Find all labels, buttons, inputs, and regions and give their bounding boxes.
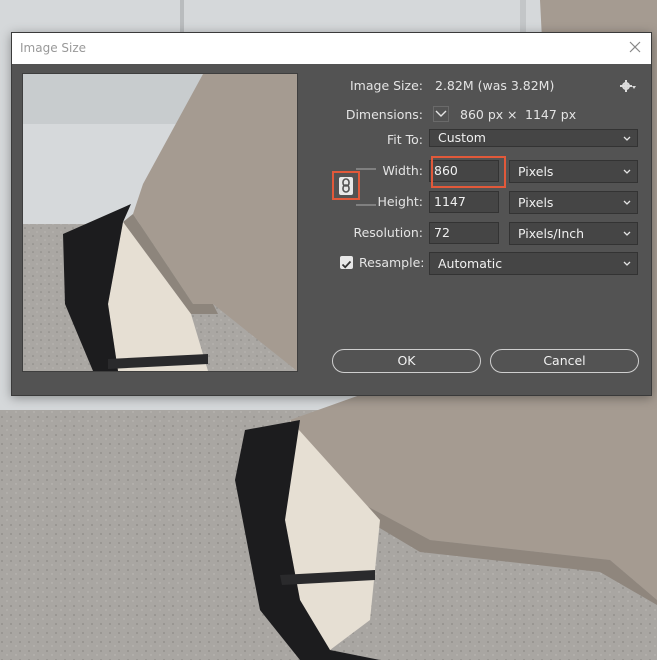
ok-button[interactable]: OK (332, 349, 481, 373)
fit-to-select[interactable]: Custom (429, 129, 638, 147)
image-size-dialog: Image Size Image Size: 2.82M (was 3.82M)… (11, 32, 652, 396)
width-unit-select[interactable]: Pixels (509, 160, 638, 183)
image-size-label: Image Size: (350, 78, 423, 93)
resolution-label: Resolution: (353, 225, 423, 240)
fit-to-label: Fit To: (387, 132, 423, 147)
checkmark-icon (341, 260, 352, 269)
resolution-unit-value: Pixels/Inch (518, 226, 585, 241)
height-unit-value: Pixels (518, 195, 554, 210)
chevron-down-icon (623, 136, 631, 141)
width-highlight (431, 156, 506, 188)
resample-checkbox[interactable] (340, 256, 353, 269)
gear-icon[interactable] (620, 79, 638, 93)
dialog-title: Image Size (20, 41, 87, 55)
image-size-value: 2.82M (was 3.82M) (435, 78, 555, 93)
resolution-unit-select[interactable]: Pixels/Inch (509, 222, 638, 245)
height-unit-select[interactable]: Pixels (509, 191, 638, 214)
title-bar: Image Size (12, 33, 651, 64)
chevron-down-icon (623, 169, 631, 174)
dimensions-width: 860 px (460, 107, 504, 122)
height-input[interactable]: 1147 (429, 191, 499, 213)
resample-select[interactable]: Automatic (429, 252, 638, 275)
chevron-down-icon (623, 231, 631, 236)
chain-link-icon[interactable] (338, 176, 354, 196)
resolution-input[interactable]: 72 (429, 222, 499, 244)
dimensions-times: × (507, 107, 518, 122)
resample-value: Automatic (438, 256, 503, 271)
close-icon[interactable] (627, 39, 643, 55)
chevron-down-icon (623, 200, 631, 205)
dimensions-height: 1147 px (525, 107, 577, 122)
resample-label: Resample: (359, 255, 425, 270)
width-label: Width: (382, 163, 423, 178)
dimensions-label: Dimensions: (345, 107, 423, 122)
fit-to-value: Custom (438, 130, 486, 145)
height-label: Height: (377, 194, 423, 209)
width-unit-value: Pixels (518, 164, 554, 179)
chevron-down-icon[interactable] (433, 106, 449, 122)
cancel-button[interactable]: Cancel (490, 349, 639, 373)
chevron-down-icon (623, 261, 631, 266)
image-preview[interactable] (22, 73, 298, 372)
